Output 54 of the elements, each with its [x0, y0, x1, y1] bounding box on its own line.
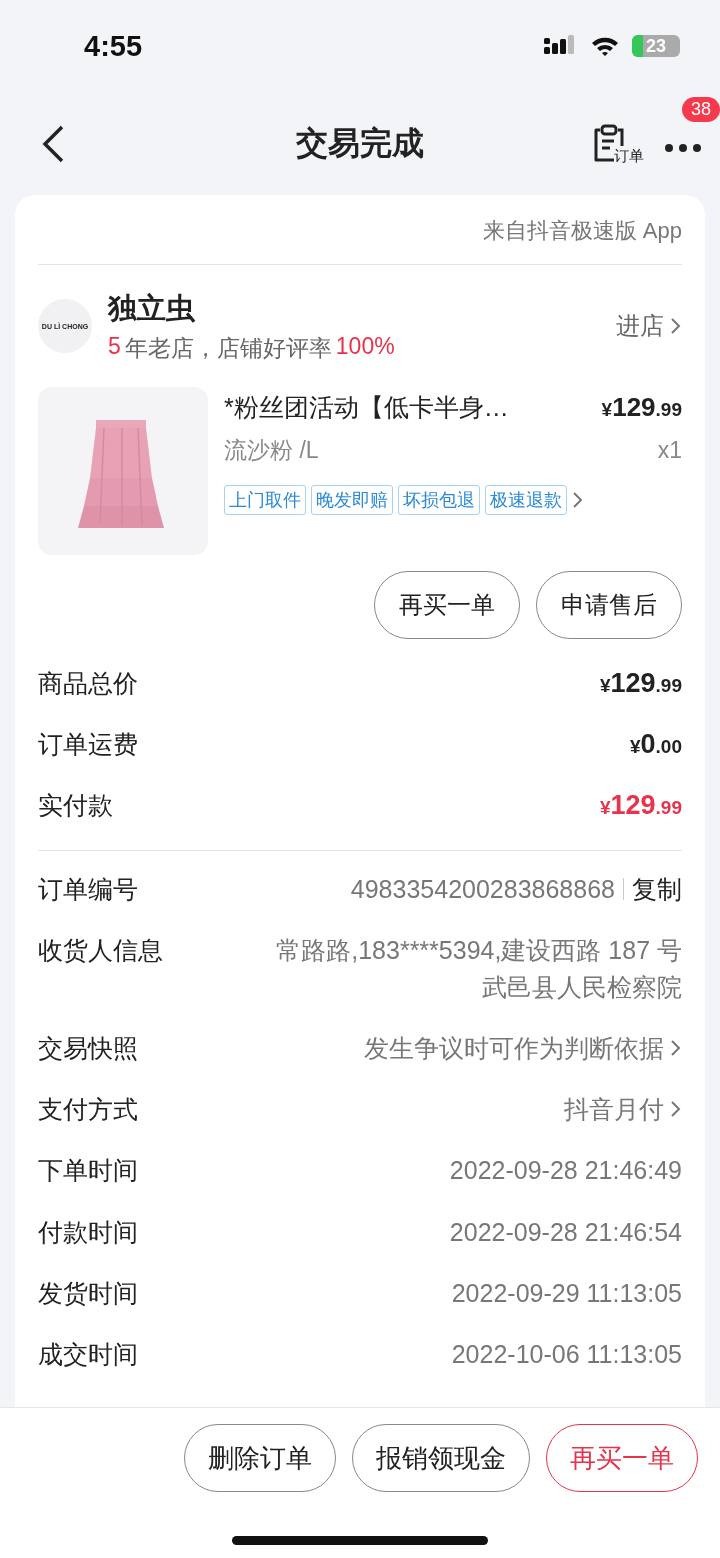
shop-years: 5 — [108, 332, 121, 361]
service-tag: 上门取件 — [224, 485, 306, 515]
detail-value: 2022-09-29 11:13:05 — [451, 1279, 682, 1306]
orders-label[interactable]: 订单 — [614, 146, 644, 166]
summary-amount: ¥129.99 — [599, 668, 682, 699]
detail-value: 2022-10-06 11:13:05 — [451, 1341, 682, 1368]
bottom-action-button[interactable]: 报销领现金 — [352, 1424, 530, 1492]
shop-rating-label: 年老店，店铺好评率 — [124, 333, 332, 363]
service-tag: 晚发即赔 — [311, 485, 393, 515]
detail-label: 支付方式 — [38, 1096, 138, 1123]
detail-label: 交易快照 — [38, 1034, 138, 1061]
detail-link[interactable]: 发生争议时可作为判断依据 — [364, 1034, 682, 1061]
bottom-action-button[interactable]: 删除订单 — [184, 1424, 336, 1492]
enter-shop-link[interactable]: 进店 — [616, 310, 682, 342]
detail-value: 武邑县人民检察院 — [482, 973, 682, 1000]
order-number: 4983354200283868868 — [350, 876, 615, 903]
battery-icon: 23 — [632, 35, 680, 57]
product-title[interactable]: *粉丝团活动【低卡半身… — [224, 391, 509, 424]
bottom-action-button[interactable]: 再买一单 — [546, 1424, 698, 1492]
detail-label: 订单编号 — [38, 876, 138, 903]
detail-label: 发货时间 — [38, 1279, 138, 1306]
shop-name[interactable]: 独立虫 — [108, 288, 395, 329]
detail-link[interactable]: 抖音月付 — [564, 1096, 682, 1123]
more-icon[interactable] — [664, 142, 702, 153]
product-quantity: x1 — [657, 437, 682, 464]
product-variant: 流沙粉 /L — [224, 436, 319, 465]
product-price: ¥129.99 — [601, 392, 682, 423]
summary-label: 订单运费 — [38, 729, 138, 760]
order-action-button[interactable]: 申请售后 — [536, 571, 682, 639]
summary-label: 实付款 — [38, 790, 113, 821]
detail-label: 付款时间 — [38, 1218, 138, 1245]
page-title: 交易完成 — [296, 123, 424, 163]
detail-label: 成交时间 — [38, 1341, 138, 1368]
summary-amount: ¥129.99 — [599, 790, 682, 821]
chevron-right-icon[interactable] — [670, 1037, 682, 1058]
detail-value: 2022-09-28 21:46:54 — [449, 1218, 682, 1245]
shop-rating: 100% — [335, 332, 395, 361]
copy-link[interactable]: 复制 — [632, 876, 682, 903]
detail-value: 2022-09-28 21:46:49 — [449, 1157, 682, 1184]
source-label: 来自抖音极速版 App — [482, 216, 682, 245]
detail-label: 收货人信息 — [38, 937, 163, 964]
status-time: 4:55 — [84, 29, 143, 63]
back-icon[interactable] — [40, 123, 66, 164]
service-tag: 极速退款 — [485, 485, 567, 515]
chevron-right-icon[interactable] — [572, 490, 584, 510]
summary-amount: ¥0.00 — [629, 729, 682, 760]
detail-label: 下单时间 — [38, 1157, 138, 1184]
wifi-icon — [590, 35, 620, 57]
service-tag: 坏损包退 — [398, 485, 480, 515]
detail-value: 常路路,183****5394,建设西路 187 号 — [276, 937, 682, 964]
summary-label: 商品总价 — [38, 668, 138, 699]
chevron-right-icon[interactable] — [670, 316, 682, 336]
order-action-button[interactable]: 再买一单 — [374, 571, 520, 639]
notification-badge: 38 — [682, 96, 720, 122]
